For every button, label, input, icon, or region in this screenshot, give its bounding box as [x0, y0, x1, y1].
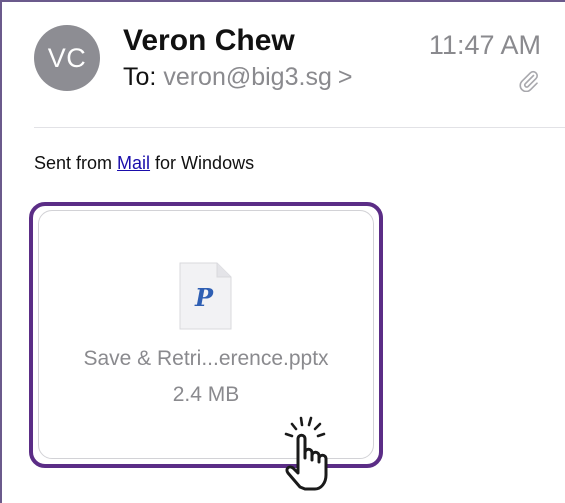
hand-pointer-icon — [284, 416, 328, 491]
ppt-letter: P — [194, 283, 214, 312]
mail-link[interactable]: Mail — [117, 153, 150, 173]
attachment-file-name: Save & Retri...erence.pptx — [83, 347, 329, 370]
paperclip-icon — [519, 70, 538, 92]
chevron-right-icon: > — [337, 63, 353, 91]
recipient-address: veron@big3.sg — [163, 63, 332, 91]
avatar[interactable]: VC — [34, 25, 100, 91]
powerpoint-file-icon[interactable]: P — [179, 262, 232, 330]
sender-name[interactable]: Veron Chew — [123, 24, 295, 58]
body-text-after: for Windows — [150, 153, 255, 173]
attachment-file-size: 2.4 MB — [172, 383, 240, 406]
header-divider — [34, 127, 565, 128]
received-time: 11:47 AM — [428, 30, 541, 60]
body-text-before: Sent from — [34, 153, 118, 173]
to-label: To: — [123, 63, 157, 91]
recipient-line[interactable]: To: veron@big3.sg > — [123, 63, 352, 92]
message-body: Sent from Mail for Windows — [34, 153, 254, 174]
avatar-initials: VC — [47, 42, 87, 73]
